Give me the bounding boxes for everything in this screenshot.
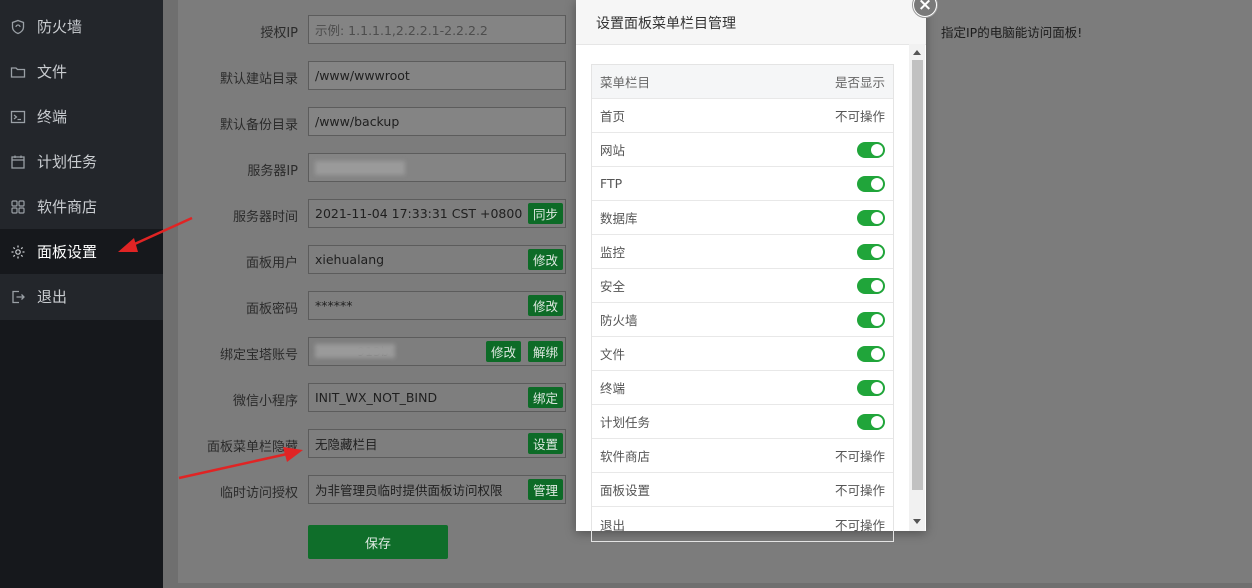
close-icon: ×	[917, 0, 933, 15]
menu-name: 网站	[600, 143, 626, 158]
backup-dir-label: 默认备份目录	[219, 118, 298, 133]
sidebar-item-files[interactable]: 文件	[0, 49, 163, 94]
edit-account-button[interactable]: 修改	[486, 341, 522, 362]
modal-title: 设置面板菜单栏目管理	[596, 16, 736, 32]
sidebar-item-label: 文件	[37, 63, 68, 81]
scroll-up-icon[interactable]	[913, 50, 921, 55]
redacted-ip	[315, 161, 405, 175]
wechat-label: 微信小程序	[232, 394, 298, 409]
sidebar-item-label: 退出	[37, 288, 68, 306]
status-text: 不可操作	[834, 109, 885, 124]
visibility-toggle[interactable]	[857, 277, 885, 294]
table-row: 首页 不可操作	[592, 99, 893, 133]
table-row: 网站	[592, 133, 893, 167]
status-text: 不可操作	[834, 483, 885, 498]
auth-ip-label: 授权IP	[260, 26, 298, 41]
menu-name: 监控	[600, 245, 626, 260]
terminal-icon	[10, 109, 26, 125]
sidebar-item-label: 软件商店	[37, 198, 98, 216]
sidebar-item-store[interactable]: 软件商店	[0, 184, 163, 229]
table-row: 退出 不可操作	[592, 507, 893, 541]
scrollbar-thumb[interactable]	[912, 60, 923, 490]
gear-icon	[10, 244, 26, 260]
sidebar-item-label: 面板设置	[37, 243, 98, 261]
edit-user-button[interactable]: 修改	[528, 249, 564, 270]
sidebar-item-terminal[interactable]: 终端	[0, 94, 163, 139]
bt-account-label: 绑定宝塔账号	[219, 348, 298, 363]
shield-icon	[10, 19, 26, 35]
sidebar-item-label: 计划任务	[37, 153, 98, 171]
temp-access-label: 临时访问授权	[219, 486, 298, 501]
scroll-down-icon[interactable]	[913, 519, 921, 524]
table-row: 文件	[592, 337, 893, 371]
visibility-toggle[interactable]	[857, 209, 885, 226]
sidebar: 防火墙 文件 终端 计划任务 软件商店 面板设置 退出	[0, 0, 163, 588]
modal-header: 设置面板菜单栏目管理	[576, 0, 926, 45]
bind-wechat-button[interactable]: 绑定	[528, 387, 564, 408]
visibility-toggle[interactable]	[857, 141, 885, 158]
server-time-label: 服务器时间	[232, 210, 298, 225]
logout-icon	[10, 289, 26, 305]
menu-name: 首页	[600, 109, 626, 124]
manage-access-button[interactable]: 管理	[528, 479, 564, 500]
folder-icon	[10, 64, 26, 80]
backup-dir-input[interactable]: /www/backup	[308, 107, 566, 136]
calendar-icon	[10, 154, 26, 170]
menu-name: 数据库	[600, 211, 638, 226]
header-menu-column: 菜单栏目	[600, 75, 651, 90]
header-visible-column: 是否显示	[834, 75, 885, 90]
site-dir-label: 默认建站目录	[219, 72, 298, 87]
table-row: 安全	[592, 269, 893, 303]
panel-password-label: 面板密码	[245, 302, 298, 317]
table-row: 计划任务	[592, 405, 893, 439]
save-button[interactable]: 保存	[308, 525, 448, 559]
sidebar-item-cron[interactable]: 计划任务	[0, 139, 163, 184]
table-row: 软件商店 不可操作	[592, 439, 893, 473]
menu-name: 防火墙	[600, 313, 638, 328]
menu-settings-modal: 设置面板菜单栏目管理 菜单栏目 是否显示 首页 不可操作 网站 FTP 数据库 …	[576, 0, 926, 542]
status-text: 不可操作	[834, 449, 885, 464]
menu-name: 文件	[600, 347, 626, 362]
status-text: 不可操作	[834, 517, 885, 533]
sidebar-item-settings[interactable]: 面板设置	[0, 229, 163, 274]
visibility-toggle[interactable]	[857, 175, 885, 192]
visibility-toggle[interactable]	[857, 311, 885, 328]
auth-ip-input[interactable]: 示例: 1.1.1.1,2.2.2.1-2.2.2.2	[308, 15, 566, 44]
auth-ip-note: 指定IP的电脑能访问面板!	[941, 25, 1083, 40]
table-header: 菜单栏目 是否显示	[592, 65, 893, 99]
menu-name: 计划任务	[600, 415, 651, 430]
visibility-toggle[interactable]	[857, 243, 885, 260]
table-row: 面板设置 不可操作	[592, 473, 893, 507]
menu-hide-label: 面板菜单栏隐藏	[206, 440, 298, 455]
table-row: 防火墙	[592, 303, 893, 337]
table-row: 监控	[592, 235, 893, 269]
table-row: FTP	[592, 167, 893, 201]
site-dir-input[interactable]: /www/wwwroot	[308, 61, 566, 90]
edit-password-button[interactable]: 修改	[528, 295, 564, 316]
menu-name: 退出	[600, 517, 626, 533]
menu-name: 面板设置	[600, 483, 651, 498]
visibility-toggle[interactable]	[857, 345, 885, 362]
table-row: 终端	[592, 371, 893, 405]
menu-name: 软件商店	[600, 449, 651, 464]
visibility-toggle[interactable]	[857, 379, 885, 396]
auth-ip-placeholder: 示例: 1.1.1.1,2.2.2.1-2.2.2.2	[315, 23, 488, 38]
sidebar-item-firewall[interactable]: 防火墙	[0, 4, 163, 49]
sidebar-item-label: 终端	[37, 108, 68, 126]
menu-settings-button[interactable]: 设置	[528, 433, 564, 454]
grid-icon	[10, 199, 26, 215]
unbind-account-button[interactable]: 解绑	[528, 341, 564, 362]
sidebar-item-label: 防火墙	[37, 18, 83, 36]
panel-user-label: 面板用户	[245, 256, 298, 271]
redacted-account	[315, 344, 395, 358]
server-ip-label: 服务器IP	[247, 164, 298, 179]
menu-name: 终端	[600, 381, 626, 396]
menu-name: 安全	[600, 279, 626, 294]
sidebar-item-logout[interactable]: 退出	[0, 274, 163, 319]
visibility-toggle[interactable]	[857, 413, 885, 430]
menu-table: 菜单栏目 是否显示 首页 不可操作 网站 FTP 数据库 监控 安全 防火墙 文…	[591, 64, 894, 542]
table-row: 数据库	[592, 201, 893, 235]
sync-time-button[interactable]: 同步	[528, 203, 564, 224]
menu-name: FTP	[600, 176, 623, 191]
